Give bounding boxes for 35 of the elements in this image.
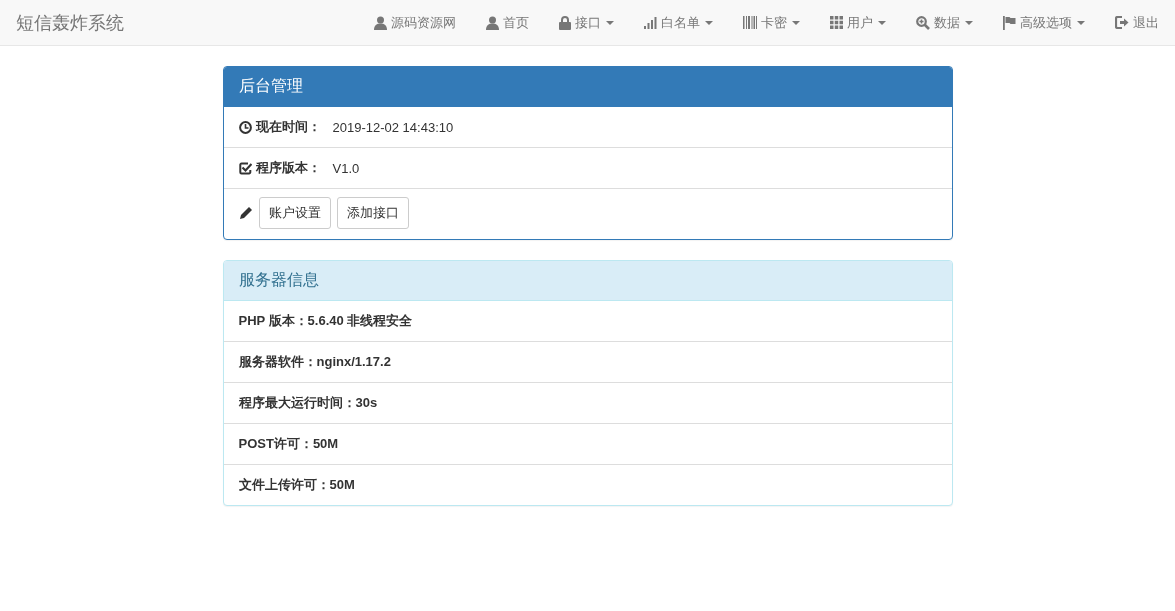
server-info-text: 服务器软件：nginx/1.17.2 bbox=[238, 353, 391, 371]
nav-dropdown[interactable]: 卡密 bbox=[728, 0, 815, 46]
nav-link[interactable]: 退出 bbox=[1100, 0, 1159, 46]
nav-link[interactable]: 源码资源网 bbox=[359, 0, 471, 46]
clock-icon bbox=[238, 120, 252, 134]
server-info-text: 文件上传许可：50M bbox=[238, 476, 355, 494]
user-icon bbox=[374, 15, 387, 30]
action-button[interactable]: 账户设置 bbox=[258, 197, 331, 229]
info-label: 现在时间： bbox=[255, 118, 321, 136]
nav-dropdown[interactable]: 高级选项 bbox=[988, 0, 1100, 46]
grid-icon bbox=[830, 16, 843, 29]
info-value: 2019-12-02 14:43:10 bbox=[332, 119, 454, 135]
info-label: 程序版本： bbox=[255, 159, 321, 177]
barcode-icon bbox=[743, 16, 757, 29]
nav-dropdown[interactable]: 接口 bbox=[544, 0, 629, 46]
server-info-text: 程序最大运行时间：30s bbox=[238, 394, 378, 412]
user-icon bbox=[486, 15, 499, 30]
checkbox-tick-icon bbox=[238, 161, 252, 175]
nav-dropdown[interactable]: 数据 bbox=[901, 0, 988, 46]
server-info-text: POST许可：50M bbox=[238, 435, 339, 453]
pencil-icon bbox=[238, 206, 253, 220]
panel-heading: 后台管理 bbox=[223, 67, 952, 107]
nav-dropdown[interactable]: 用户 bbox=[815, 0, 901, 46]
action-button[interactable]: 添加接口 bbox=[336, 197, 409, 229]
zoom-in-icon bbox=[916, 15, 930, 30]
flag-icon bbox=[1003, 15, 1016, 30]
panel-heading: 服务器信息 bbox=[223, 261, 952, 301]
info-value: V1.0 bbox=[332, 160, 360, 176]
nav-link[interactable]: 首页 bbox=[471, 0, 544, 46]
logout-icon bbox=[1115, 16, 1129, 29]
lock-icon bbox=[559, 15, 571, 30]
server-info-text: PHP 版本：5.6.40 非线程安全 bbox=[238, 312, 413, 330]
brand-title[interactable]: 短信轰炸系统 bbox=[16, 10, 124, 35]
nav-dropdown[interactable]: 白名单 bbox=[629, 0, 728, 46]
signal-bars-icon bbox=[644, 16, 657, 29]
